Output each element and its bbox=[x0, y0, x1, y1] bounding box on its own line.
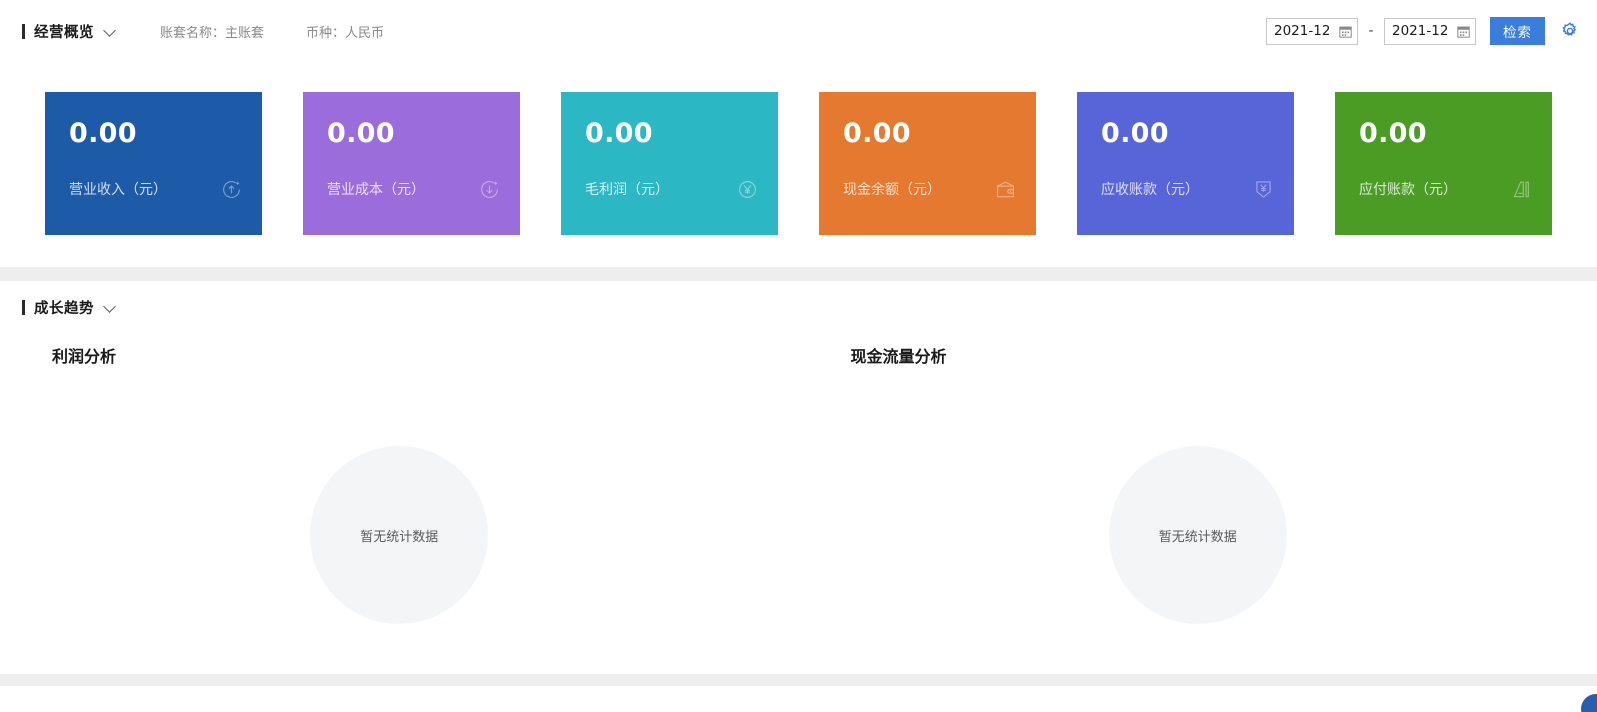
kpi-label: 毛利润（元） bbox=[585, 182, 669, 198]
kpi-card-operating-cost[interactable]: 0.00 营业成本（元） bbox=[303, 92, 520, 235]
payable-chart-icon bbox=[1510, 178, 1532, 200]
chart-profit-analysis: 利润分析 暂无统计数据 bbox=[0, 343, 799, 685]
date-to-value: 2021-12 bbox=[1392, 23, 1449, 39]
trend-section-title: 成长趋势 bbox=[34, 300, 94, 317]
empty-state-text: 暂无统计数据 bbox=[1158, 529, 1237, 545]
section-divider bbox=[0, 267, 1597, 281]
top-toolbar: 经营概览 账套名称：主账套 币种：人民币 2021-12 - 2021-12 检… bbox=[0, 0, 1597, 62]
date-range-separator: - bbox=[1368, 23, 1374, 39]
empty-state-text: 暂无统计数据 bbox=[360, 529, 439, 545]
wallet-icon bbox=[994, 178, 1016, 200]
chart-body: 暂无统计数据 bbox=[799, 385, 1597, 685]
yuan-circle-icon bbox=[736, 178, 758, 200]
currency-label: 币种：人民币 bbox=[306, 25, 385, 41]
kpi-card-operating-revenue[interactable]: 0.00 营业收入（元） bbox=[45, 92, 262, 235]
empty-state-circle: 暂无统计数据 bbox=[1108, 446, 1287, 624]
kpi-value: 0.00 bbox=[585, 118, 653, 149]
kpi-footer: 应付账款（元） bbox=[1359, 178, 1532, 200]
kpi-card-gross-profit[interactable]: 0.00 毛利润（元） bbox=[561, 92, 778, 235]
calendar-icon[interactable] bbox=[1457, 25, 1470, 38]
gear-icon[interactable] bbox=[1559, 20, 1581, 42]
kpi-value: 0.00 bbox=[843, 118, 911, 149]
kpi-label: 应付账款（元） bbox=[1359, 182, 1457, 198]
toolbar-controls: 2021-12 - 2021-12 检索 bbox=[1266, 0, 1589, 62]
search-button[interactable]: 检索 bbox=[1490, 17, 1545, 45]
date-from-value: 2021-12 bbox=[1274, 23, 1331, 39]
chart-title: 现金流量分析 bbox=[850, 347, 947, 366]
charts-row: 利润分析 暂无统计数据 现金流量分析 暂无统计数据 bbox=[0, 333, 1597, 685]
kpi-footer: 现金余额（元） bbox=[843, 178, 1016, 200]
kpi-label: 应收账款（元） bbox=[1101, 182, 1199, 198]
kpi-value: 0.00 bbox=[327, 118, 395, 149]
kpi-card-list: 0.00 营业收入（元） 0.00 营业成本（元） 0.00 毛利润（元） 0.… bbox=[45, 92, 1552, 235]
date-to-input[interactable]: 2021-12 bbox=[1384, 17, 1476, 45]
bottom-divider bbox=[0, 674, 1597, 686]
chevron-down-icon[interactable] bbox=[104, 300, 118, 314]
kpi-value: 0.00 bbox=[1101, 118, 1169, 149]
kpi-value: 0.00 bbox=[69, 118, 137, 149]
chevron-down-icon[interactable] bbox=[104, 24, 118, 38]
revenue-up-circle-icon bbox=[220, 178, 242, 200]
calendar-icon[interactable] bbox=[1339, 25, 1352, 38]
section-accent-bar bbox=[22, 23, 25, 39]
section-accent-bar bbox=[22, 299, 25, 315]
account-set-label: 账套名称：主账套 bbox=[160, 25, 265, 41]
kpi-card-accounts-receivable[interactable]: 0.00 应收账款（元） bbox=[1077, 92, 1294, 235]
chart-cashflow-analysis: 现金流量分析 暂无统计数据 bbox=[799, 343, 1597, 685]
kpi-card-cash-balance[interactable]: 0.00 现金余额（元） bbox=[819, 92, 1036, 235]
chart-body: 暂无统计数据 bbox=[0, 385, 799, 685]
kpi-cards-section: 0.00 营业收入（元） 0.00 营业成本（元） 0.00 毛利润（元） 0.… bbox=[0, 62, 1597, 267]
kpi-card-accounts-payable[interactable]: 0.00 应付账款（元） bbox=[1335, 92, 1552, 235]
receivable-down-arrow-icon bbox=[1252, 178, 1274, 200]
page-root: 经营概览 账套名称：主账套 币种：人民币 2021-12 - 2021-12 检… bbox=[0, 0, 1597, 712]
floating-action-button[interactable] bbox=[1579, 692, 1597, 712]
chart-title: 利润分析 bbox=[52, 347, 117, 366]
kpi-label: 营业收入（元） bbox=[69, 182, 167, 198]
trend-section-header: 成长趋势 bbox=[0, 281, 1597, 333]
date-from-input[interactable]: 2021-12 bbox=[1266, 17, 1358, 45]
cost-down-circle-icon bbox=[478, 178, 500, 200]
kpi-footer: 营业收入（元） bbox=[69, 178, 242, 200]
kpi-footer: 营业成本（元） bbox=[327, 178, 500, 200]
empty-state-circle: 暂无统计数据 bbox=[310, 446, 489, 624]
page-title: 经营概览 bbox=[34, 24, 94, 41]
kpi-label: 现金余额（元） bbox=[843, 182, 941, 198]
kpi-label: 营业成本（元） bbox=[327, 182, 425, 198]
kpi-value: 0.00 bbox=[1359, 118, 1427, 149]
kpi-footer: 毛利润（元） bbox=[585, 178, 758, 200]
kpi-footer: 应收账款（元） bbox=[1101, 178, 1274, 200]
